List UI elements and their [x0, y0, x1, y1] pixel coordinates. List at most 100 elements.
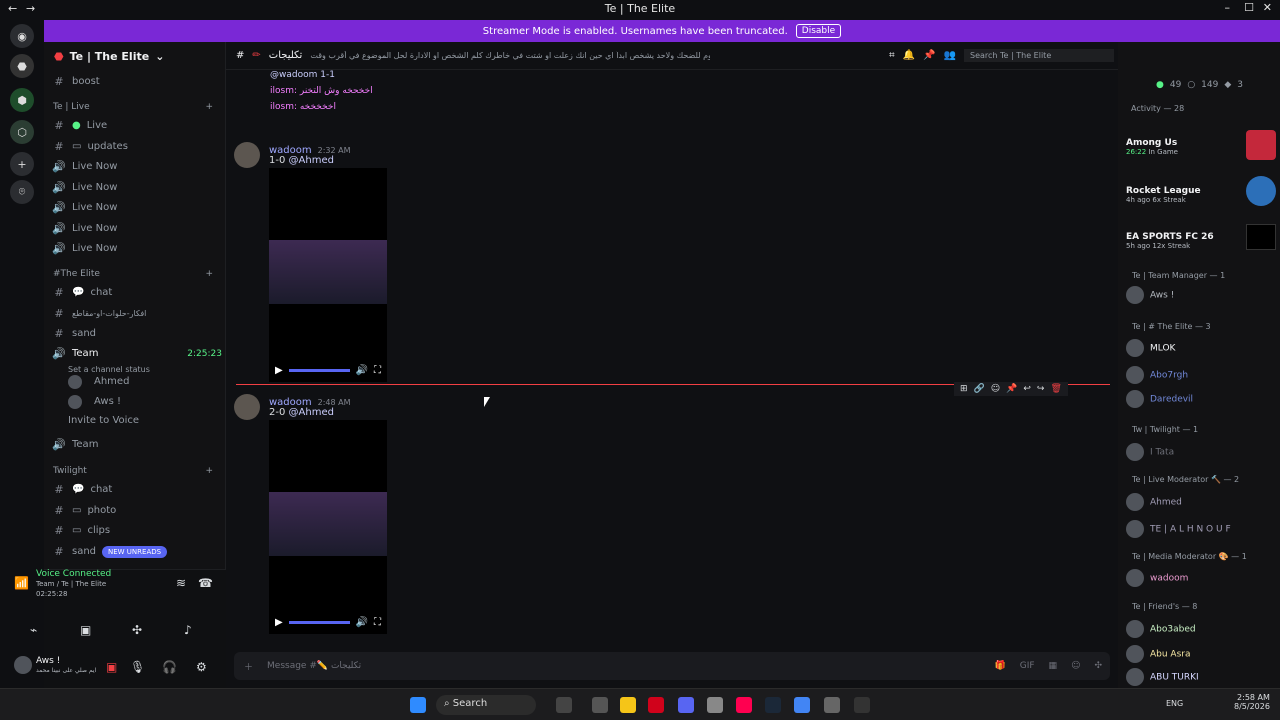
add-server-icon[interactable]: +	[10, 152, 34, 176]
react-icon[interactable]: ☺	[991, 384, 1000, 394]
channel-item[interactable]: # 💬 chat	[52, 480, 222, 499]
app-icon[interactable]	[648, 697, 664, 713]
fullscreen-icon[interactable]: ⛶	[374, 617, 381, 628]
chrome-icon[interactable]	[794, 697, 810, 713]
home-icon[interactable]: ◉	[10, 24, 34, 48]
server-icon[interactable]: ⬡	[10, 120, 34, 144]
video-attachment[interactable]: ▶ 🔊 ⛶	[269, 168, 387, 382]
forward-icon[interactable]: ↪	[1037, 384, 1045, 394]
volume-icon[interactable]: 🔊	[356, 617, 368, 628]
camera-icon[interactable]: ⌁	[30, 623, 37, 637]
category-header[interactable]: Twilight +	[53, 466, 213, 476]
activities-icon[interactable]: ✣	[132, 623, 142, 637]
server-icon[interactable]: ⬣	[10, 54, 34, 78]
channel-item[interactable]: # ▭ clips	[52, 521, 222, 540]
explore-icon[interactable]: ⌾	[10, 180, 34, 204]
bell-icon[interactable]: 🔔	[903, 50, 915, 61]
voice-member[interactable]: Aws !	[68, 392, 238, 411]
channel-item[interactable]: # ▭ updates	[52, 137, 222, 156]
emoji-icon[interactable]: ☺	[1071, 661, 1080, 671]
member-item[interactable]: Abu Asra	[1126, 645, 1276, 663]
discord-icon[interactable]	[678, 697, 694, 713]
invite-to-voice[interactable]: Invite to Voice	[68, 411, 238, 430]
channel-topic[interactable]: روم للضحك ولاحد يشخص ابداً اي حين انك زع…	[310, 51, 710, 60]
member-item[interactable]: Daredevil	[1126, 390, 1276, 408]
avatar[interactable]	[14, 656, 32, 674]
member-item[interactable]: I Tata	[1126, 443, 1276, 461]
close-icon[interactable]: ✕	[1263, 1, 1272, 14]
channel-item[interactable]: # افكار-حلوات-او-مقاطع	[52, 304, 222, 323]
back-icon[interactable]: ←	[8, 2, 17, 15]
member-item[interactable]: TE | A L H N O U F	[1126, 520, 1276, 538]
minimize-icon[interactable]: –	[1225, 1, 1231, 14]
pin-icon[interactable]: 📌	[1006, 384, 1017, 394]
voice-channel-item[interactable]: 🔊 Live Now	[52, 219, 222, 238]
noise-icon[interactable]: ≋	[176, 576, 186, 590]
fullscreen-icon[interactable]: ⛶	[374, 365, 381, 376]
play-icon[interactable]: ▶	[275, 617, 283, 628]
language-indicator[interactable]: ENG	[1166, 699, 1183, 708]
category-header[interactable]: Te | Live +	[53, 102, 213, 112]
activity-card[interactable]: Rocket League 4h ago 6x Streak	[1126, 176, 1276, 206]
member-item[interactable]: Abo3abed	[1126, 620, 1276, 638]
category-header[interactable]: #The Elite +	[53, 269, 213, 279]
activity-card[interactable]: Among Us 26:22 In Game	[1126, 128, 1276, 160]
member-item[interactable]: wadoom	[1126, 569, 1276, 587]
message-composer[interactable]: ＋ Message #✏️ تكليجات 🎁 GIF ▦ ☺ ✣	[234, 652, 1110, 680]
soundboard-icon[interactable]: ♪	[184, 623, 192, 637]
start-icon[interactable]	[410, 697, 426, 713]
play-icon[interactable]: ▶	[275, 365, 283, 376]
video-attachment[interactable]: ▶ 🔊 ⛶	[269, 420, 387, 634]
folder-icon[interactable]	[620, 697, 636, 713]
member-item[interactable]: Ahmed	[1126, 493, 1276, 511]
user-mention[interactable]: @Ahmed	[289, 155, 334, 166]
channel-boost[interactable]: # boost	[52, 72, 222, 91]
tiktok-icon[interactable]	[736, 697, 752, 713]
avatar[interactable]	[234, 142, 260, 168]
channel-item[interactable]: # ▭ photo	[52, 501, 222, 520]
member-item[interactable]: MLOK	[1126, 339, 1276, 357]
voice-channel-item[interactable]: 🔊 Live Now	[52, 178, 222, 197]
threads-icon[interactable]: ⌗	[889, 50, 895, 61]
link-icon[interactable]: 🔗	[974, 384, 985, 394]
reply-icon[interactable]: ↩	[1023, 384, 1031, 394]
video-progress[interactable]	[288, 368, 350, 372]
settings-icon[interactable]: ⚙	[196, 660, 207, 674]
mic-icon[interactable]: 🎙	[130, 660, 145, 674]
member-item[interactable]: Aws !	[1126, 286, 1276, 304]
gif-icon[interactable]: GIF	[1020, 661, 1035, 671]
media-icon[interactable]	[854, 697, 870, 713]
voice-channel-item[interactable]: 🔊 Team	[52, 435, 222, 454]
gift-icon[interactable]: 🎁	[995, 661, 1006, 671]
taskbar-search[interactable]: ⌕ Search	[436, 695, 536, 715]
voice-channel-item[interactable]: 🔊 Live Now	[52, 239, 222, 258]
server-icon[interactable]: ⬢	[10, 88, 34, 112]
volume-icon[interactable]: 🔊	[356, 365, 368, 376]
delete-icon[interactable]: 🗑	[1050, 384, 1061, 394]
voice-channel-item[interactable]: 🔊 Live Now	[52, 198, 222, 217]
signal-icon[interactable]: 📶	[14, 576, 29, 590]
disable-button[interactable]: Disable	[795, 24, 842, 38]
channel-item[interactable]: # ● Live	[52, 116, 222, 135]
app-icon[interactable]: ⊞	[960, 384, 968, 394]
channel-item[interactable]: # 💬 chat	[52, 283, 222, 302]
server-header[interactable]: ⬣ Te | The Elite ⌄	[44, 42, 226, 70]
message-input[interactable]: Message #✏️ تكليجات	[267, 661, 361, 671]
avatar[interactable]	[234, 394, 260, 420]
app-icon[interactable]	[707, 697, 723, 713]
apps-icon[interactable]: ✣	[1094, 661, 1102, 671]
clock[interactable]: 2:58 AM 8/5/2026	[1234, 693, 1270, 711]
app-icon[interactable]	[556, 697, 572, 713]
channel-item[interactable]: # sand	[52, 324, 222, 343]
member-item[interactable]: Abo7rgh	[1126, 366, 1276, 384]
search-input[interactable]: Search Te | The Elite	[964, 49, 1114, 62]
stream-icon[interactable]: ▣	[106, 660, 117, 674]
voice-channel-item[interactable]: 🔊 Live Now	[52, 157, 222, 176]
members-icon[interactable]: 👥	[944, 50, 956, 61]
activity-header[interactable]: Activity — 28	[1131, 104, 1184, 113]
user-mention[interactable]: @Ahmed	[289, 407, 334, 418]
member-item[interactable]: ABU TURKI	[1126, 668, 1276, 686]
pin-icon[interactable]: 📌	[923, 50, 935, 61]
voice-member[interactable]: Ahmed	[68, 372, 238, 391]
add-attachment-icon[interactable]: ＋	[244, 660, 253, 673]
